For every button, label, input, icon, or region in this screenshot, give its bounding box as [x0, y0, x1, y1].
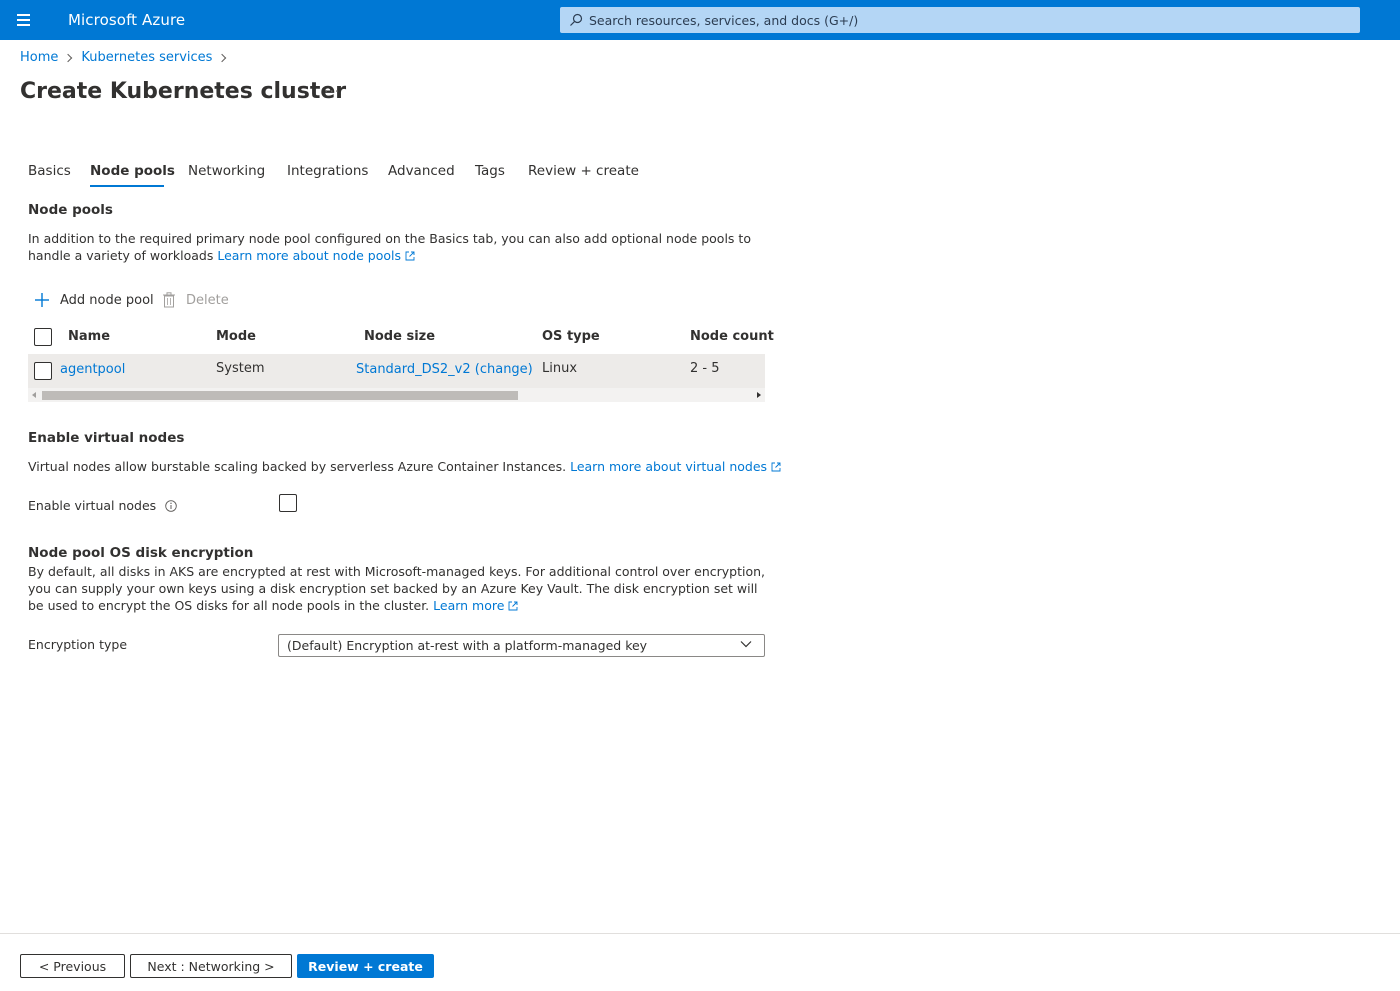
disk-encryption-description: By default, all disks in AKS are encrypt… [28, 563, 773, 614]
review-create-button[interactable]: Review + create [297, 954, 434, 978]
more-options-button[interactable]: ··· [324, 84, 340, 100]
node-pool-name-link[interactable]: agentpool [60, 362, 125, 377]
external-link-icon [405, 251, 415, 261]
learn-more-encryption-label: Learn more [433, 598, 505, 613]
tab-networking[interactable]: Networking [188, 163, 265, 179]
virtual-nodes-description: Virtual nodes allow burstable scaling ba… [28, 458, 788, 475]
encryption-type-dropdown[interactable]: (Default) Encryption at-rest with a plat… [278, 634, 765, 657]
chevron-right-icon [218, 53, 227, 62]
virtual-nodes-description-text: Virtual nodes allow burstable scaling ba… [28, 459, 567, 474]
delete-label: Delete [186, 292, 229, 308]
column-header-node-size[interactable]: Node size [364, 329, 435, 344]
column-header-name[interactable]: Name [68, 329, 110, 344]
active-tab-indicator [90, 185, 164, 187]
tab-node-pools[interactable]: Node pools [90, 163, 175, 179]
learn-more-virtual-nodes-label: Learn more about virtual nodes [570, 459, 768, 474]
chevron-right-icon [64, 53, 73, 62]
scroll-right-icon[interactable] [757, 392, 761, 398]
info-icon[interactable] [165, 499, 177, 512]
add-node-pool-button[interactable]: Add node pool [34, 292, 154, 308]
table-row[interactable]: agentpool System Standard_DS2_v2 (change… [28, 354, 765, 388]
node-pool-node-count: 2 - 5 [690, 361, 720, 376]
enable-virtual-nodes-checkbox[interactable] [279, 494, 297, 512]
scrollbar-thumb[interactable] [42, 391, 518, 400]
row-checkbox[interactable] [34, 362, 52, 380]
learn-more-node-pools-link[interactable]: Learn more about node pools [217, 248, 415, 263]
column-header-node-count[interactable]: Node count [690, 329, 774, 344]
node-pool-mode: System [216, 361, 265, 376]
virtual-nodes-heading: Enable virtual nodes [28, 430, 185, 446]
learn-more-virtual-nodes-link[interactable]: Learn more about virtual nodes [570, 459, 781, 474]
tab-basics[interactable]: Basics [28, 163, 71, 179]
search-box[interactable] [560, 7, 1360, 33]
horizontal-scrollbar[interactable] [28, 388, 765, 402]
chevron-down-icon [740, 641, 752, 648]
node-pool-os-type: Linux [542, 361, 578, 376]
previous-button[interactable]: < Previous [20, 954, 125, 978]
top-bar: Microsoft Azure [0, 0, 1400, 40]
node-pools-description: In addition to the required primary node… [28, 230, 758, 264]
disk-encryption-description-text: By default, all disks in AKS are encrypt… [28, 564, 766, 613]
learn-more-encryption-link[interactable]: Learn more [433, 598, 518, 613]
plus-icon [35, 293, 49, 307]
node-size-change-link[interactable]: Standard_DS2_v2 (change) [356, 362, 533, 377]
tab-review-create[interactable]: Review + create [528, 163, 639, 179]
node-pools-heading: Node pools [28, 202, 113, 218]
enable-virtual-nodes-label: Enable virtual nodes [28, 498, 177, 513]
add-node-pool-label: Add node pool [60, 292, 154, 308]
encryption-type-label: Encryption type [28, 637, 128, 652]
external-link-icon [508, 601, 518, 611]
page-title: Create Kubernetes cluster [20, 79, 347, 104]
tab-advanced[interactable]: Advanced [388, 163, 455, 179]
breadcrumb-kubernetes-services[interactable]: Kubernetes services [81, 50, 212, 65]
enable-virtual-nodes-text: Enable virtual nodes [28, 498, 157, 513]
trash-icon [163, 292, 175, 308]
column-header-mode[interactable]: Mode [216, 329, 256, 344]
encryption-type-selected: (Default) Encryption at-rest with a plat… [287, 638, 648, 653]
column-header-os-type[interactable]: OS type [542, 329, 600, 344]
search-icon [570, 13, 583, 26]
learn-more-node-pools-label: Learn more about node pools [217, 248, 402, 263]
next-networking-button[interactable]: Next : Networking > [130, 954, 292, 978]
tab-tags[interactable]: Tags [475, 163, 505, 179]
breadcrumb: Home Kubernetes services [20, 50, 235, 65]
search-input[interactable] [589, 7, 1349, 33]
external-link-icon [771, 462, 781, 472]
select-all-checkbox[interactable] [34, 328, 52, 346]
scroll-left-icon[interactable] [32, 392, 36, 398]
disk-encryption-heading: Node pool OS disk encryption [28, 545, 254, 561]
menu-icon[interactable] [14, 12, 34, 28]
breadcrumb-home[interactable]: Home [20, 50, 58, 65]
tab-integrations[interactable]: Integrations [287, 163, 368, 179]
delete-button[interactable]: Delete [162, 292, 229, 308]
footer-divider [0, 933, 1400, 934]
app-title[interactable]: Microsoft Azure [68, 11, 185, 29]
table-header: Name Mode Node size OS type Node count [28, 322, 774, 352]
